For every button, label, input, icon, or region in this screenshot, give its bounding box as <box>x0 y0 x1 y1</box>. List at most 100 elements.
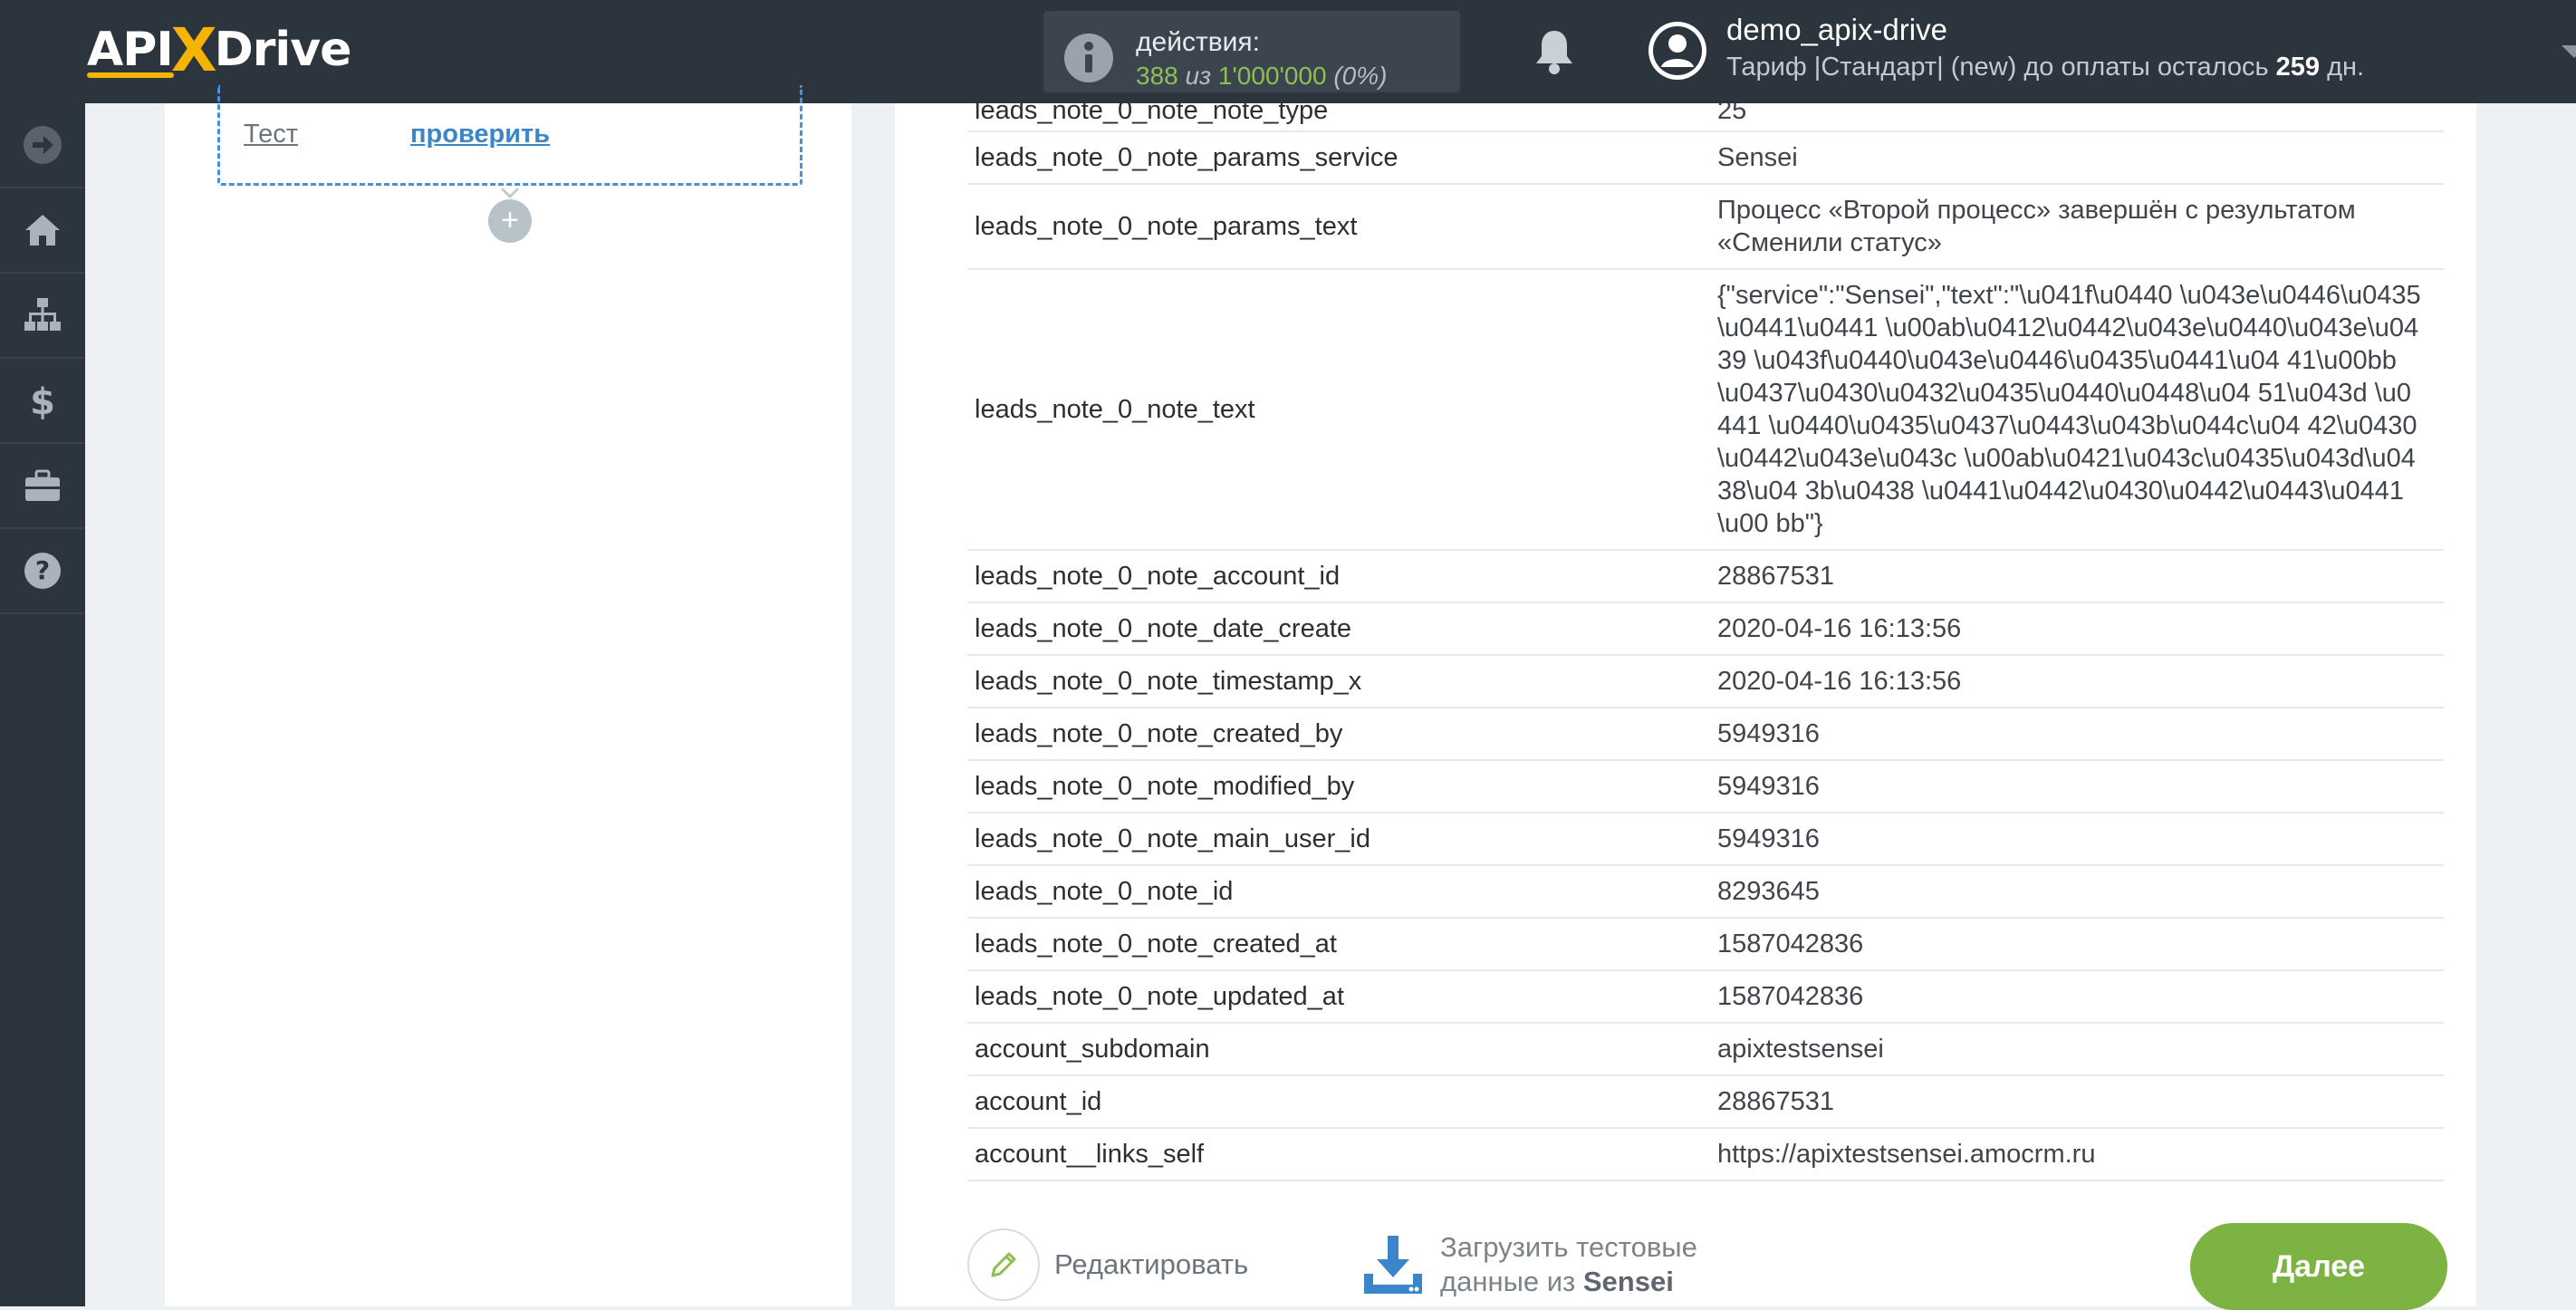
field-name: leads_note_0_note_timestamp_x <box>967 655 1710 708</box>
load-line2: данные из Sensei <box>1440 1265 1697 1299</box>
field-name: leads_note_0_note_created_by <box>967 708 1710 761</box>
table-row: leads_note_0_note_updated_at 1587042836 <box>967 970 2444 1024</box>
table-row: account_subdomain apixtestsensei <box>967 1023 2444 1076</box>
field-name: leads_note_0_note_params_service <box>967 131 1710 185</box>
sidebar-item-connections[interactable] <box>0 274 85 359</box>
tariff-days: 259 <box>2275 53 2321 82</box>
field-name: leads_note_0_note_date_create <box>967 602 1710 656</box>
username[interactable]: demo_apix-drive <box>1726 13 1947 47</box>
field-value: 25 <box>1710 103 2444 132</box>
field-name: account_id <box>967 1075 1710 1129</box>
connection-steps-panel: Тест проверить + <box>165 85 851 1306</box>
field-value: 2020-04-16 16:13:56 <box>1710 602 2444 656</box>
tariff-days-suffix: дн. <box>2327 53 2365 82</box>
table-row: account__links_self https://apixtestsense… <box>967 1128 2444 1181</box>
load-service: Sensei <box>1582 1266 1674 1297</box>
sidebar-item-home[interactable] <box>0 188 85 274</box>
logo-underline <box>87 72 174 78</box>
field-name: leads_note_0_note_params_text <box>967 184 1710 270</box>
sidebar-item-services[interactable] <box>0 444 85 529</box>
apix-drive-logo[interactable]: API X Drive <box>87 14 352 85</box>
test-data-table: leads_note_0_note_note_type 25 leads_not… <box>967 103 2444 1181</box>
table-row: leads_note_0_note_main_user_id 5949316 <box>967 813 2444 866</box>
actions-percent: (0%) <box>1333 62 1388 90</box>
field-value: 5949316 <box>1710 708 2444 761</box>
edit-label: Редактировать <box>1054 1248 1249 1280</box>
logo-api: API <box>87 23 174 77</box>
field-value: apixtestsensei <box>1710 1023 2444 1076</box>
table-row: leads_note_0_note_created_at 1587042836 <box>967 918 2444 971</box>
table-row: leads_note_0_note_params_service Sensei <box>967 131 2444 185</box>
help-icon: ? <box>24 553 61 589</box>
table-row: leads_note_0_note_modified_by 5949316 <box>967 760 2444 814</box>
sitemap-icon <box>24 298 61 331</box>
load-line1: Загрузить тестовые <box>1440 1231 1697 1263</box>
field-name: leads_note_0_note_modified_by <box>967 760 1710 814</box>
check-link[interactable]: проверить <box>410 120 550 149</box>
field-name: leads_note_0_note_account_id <box>967 550 1710 603</box>
sidebar-item-help[interactable]: ? <box>0 529 85 614</box>
field-name: leads_note_0_note_text <box>967 269 1710 551</box>
table-row: leads_note_0_note_id 8293645 <box>967 865 2444 919</box>
chevron-down-icon <box>500 187 520 199</box>
actions-limit: 1'000'000 <box>1217 62 1327 90</box>
tariff-text: Тариф |Стандарт| (new) до оплаты осталос… <box>1726 53 2269 82</box>
test-data-panel: leads_note_0_note_note_type 25 leads_not… <box>895 103 2476 1310</box>
field-value: 28867531 <box>1710 550 2444 603</box>
field-value: 1587042836 <box>1710 918 2444 971</box>
logo-x: X <box>170 14 217 85</box>
sidebar-item-collapse[interactable] <box>0 103 85 188</box>
field-name: account_subdomain <box>967 1023 1710 1076</box>
field-name: leads_note_0_note_id <box>967 865 1710 919</box>
field-value: 5949316 <box>1710 760 2444 814</box>
table-row: leads_note_0_note_date_create 2020-04-16 … <box>967 602 2444 656</box>
sidebar: $ ? <box>0 103 85 1306</box>
pencil-icon <box>991 1252 1016 1277</box>
field-name: leads_note_0_note_main_user_id <box>967 813 1710 866</box>
download-icon <box>1364 1236 1422 1294</box>
bell-icon[interactable] <box>1529 25 1580 76</box>
field-name: leads_note_0_note_created_at <box>967 918 1710 971</box>
table-row: leads_note_0_note_timestamp_x 2020-04-16 … <box>967 655 2444 708</box>
field-value: 28867531 <box>1710 1075 2444 1129</box>
svg-text:$: $ <box>30 381 55 421</box>
edit-button[interactable]: Редактировать <box>967 1228 1248 1301</box>
actions-label: действия: <box>1136 27 1260 57</box>
load-test-data-button[interactable]: Загрузить тестовые данные из Sensei <box>1360 1227 1697 1303</box>
actions-of: из <box>1185 62 1212 90</box>
field-value: 1587042836 <box>1710 970 2444 1024</box>
dollar-icon: $ <box>30 381 55 421</box>
load-label: Загрузить тестовые данные из Sensei <box>1440 1230 1697 1299</box>
field-value: 5949316 <box>1710 813 2444 866</box>
table-row: leads_note_0_note_params_text Процесс «Вт… <box>967 184 2444 270</box>
sidebar-item-billing[interactable]: $ <box>0 359 85 444</box>
user-avatar-icon[interactable] <box>1647 20 1708 82</box>
edit-button-circle <box>967 1228 1040 1301</box>
table-row: account_id 28867531 <box>967 1075 2444 1129</box>
field-name: leads_note_0_note_updated_at <box>967 970 1710 1024</box>
field-value: 2020-04-16 16:13:56 <box>1710 655 2444 708</box>
field-name: leads_note_0_note_note_type <box>967 103 1710 132</box>
table-row: leads_note_0_note_text {"service":"Sensei… <box>967 269 2444 551</box>
field-value: Процесс «Второй процесс» завершён с резу… <box>1710 184 2444 270</box>
field-name: account__links_self <box>967 1128 1710 1181</box>
table-row: leads_note_0_note_account_id 28867531 <box>967 550 2444 603</box>
home-icon <box>25 215 60 246</box>
actions-count: 388 из 1'000'000 (0%) <box>1136 62 1387 91</box>
add-step-button[interactable]: + <box>488 199 532 243</box>
tariff-info: Тариф |Стандарт| (new) до оплаты осталос… <box>1726 53 2364 82</box>
info-icon <box>1064 34 1113 82</box>
next-button[interactable]: Далее <box>2190 1223 2447 1310</box>
field-value: 8293645 <box>1710 865 2444 919</box>
field-value: https://apixtestsensei.amocrm.ru <box>1710 1128 2444 1181</box>
field-value: {"service":"Sensei","text":"\u041f\u0440… <box>1710 269 2444 551</box>
table-row: leads_note_0_note_created_by 5949316 <box>967 708 2444 761</box>
logo-drive: Drive <box>214 23 352 77</box>
user-menu-caret-icon[interactable] <box>2562 45 2576 58</box>
table-row: leads_note_0_note_note_type 25 <box>967 103 2444 132</box>
svg-text:?: ? <box>35 555 50 585</box>
actions-counter[interactable]: действия: 388 из 1'000'000 (0%) <box>1043 11 1460 92</box>
arrow-right-circle-icon <box>24 126 62 164</box>
load-line2-prefix: данные из <box>1440 1266 1576 1297</box>
test-label: Тест <box>244 120 298 149</box>
